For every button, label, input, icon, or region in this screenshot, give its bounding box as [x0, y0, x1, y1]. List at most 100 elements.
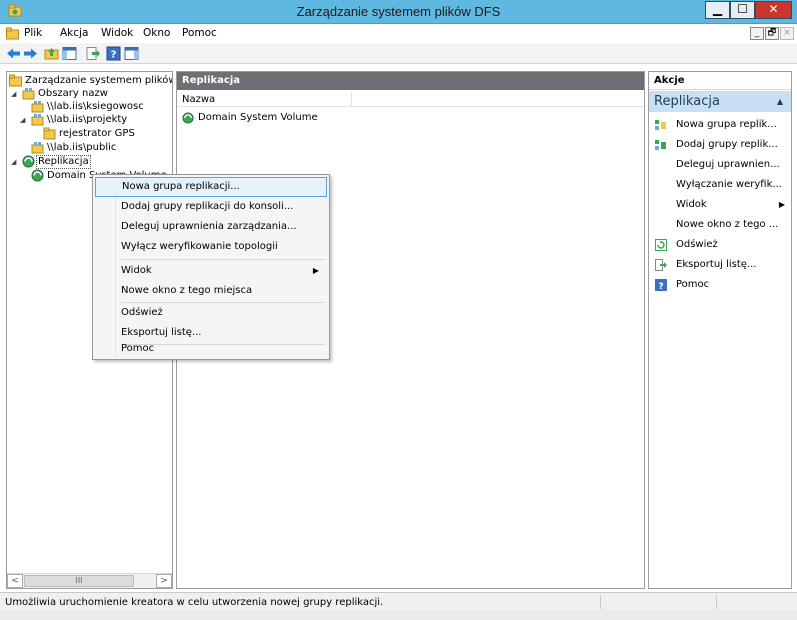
action-label: Eksportuj listę... [676, 259, 757, 270]
status-separator [716, 595, 717, 609]
status-text: Umożliwia uruchomienie kreatora w celu u… [5, 597, 384, 608]
menu-item-disable-topology-verification[interactable]: Wyłącz weryfikowanie topologii [95, 237, 327, 257]
menu-item-new-window[interactable]: Nowe okno z tego miejsca [95, 281, 327, 301]
namespace-icon [22, 88, 35, 100]
help-icon[interactable]: ? [106, 46, 121, 61]
action-view[interactable]: Widok ▶ [649, 195, 791, 215]
up-folder-icon[interactable] [44, 46, 59, 61]
action-export-list[interactable]: Eksportuj listę... [649, 255, 791, 275]
actions-pane: Akcje Replikacja ▲ Nowa grupa replik... … [648, 71, 792, 589]
status-separator [600, 595, 601, 609]
menu-item-refresh[interactable]: Odśwież [95, 303, 327, 323]
collapse-arrow-icon[interactable]: ◢ [20, 113, 28, 127]
action-label: Wyłączanie weryfik... [676, 179, 782, 190]
replication-icon [22, 155, 35, 168]
mdi-close-button[interactable]: × [780, 27, 794, 40]
action-delegate-permissions[interactable]: Deleguj uprawnien... [649, 155, 791, 175]
help-icon: ? [655, 279, 667, 291]
toolbar: ? [0, 43, 797, 64]
tree-item-replication[interactable]: ◢ Replikacja [11, 155, 171, 169]
tree-item-ksiegowosc[interactable]: \\lab.iis\ksiegowosc [11, 100, 171, 114]
scroll-left-button[interactable]: < [7, 574, 23, 588]
forward-arrow-icon[interactable] [23, 46, 38, 61]
tree-item-projekty[interactable]: ◢ \\lab.iis\projekty [11, 113, 171, 127]
action-label: Pomoc [676, 279, 710, 290]
close-button[interactable]: ✕ [755, 1, 792, 19]
collapse-arrow-icon[interactable]: ◢ [11, 155, 19, 169]
system-menu-icon[interactable] [6, 27, 19, 40]
namespace-folder-icon [31, 114, 44, 126]
results-pane-header: Replikacja [177, 72, 644, 90]
action-new-replication-group[interactable]: Nowa grupa replik... [649, 115, 791, 135]
minimize-button[interactable]: ▁ [705, 1, 730, 19]
menu-akcja[interactable]: Akcja [60, 27, 88, 39]
actions-section-label: Replikacja [654, 94, 720, 109]
action-new-window[interactable]: Nowe okno z tego ... [649, 215, 791, 235]
svg-text:?: ? [111, 50, 117, 61]
action-label: Dodaj grupy replik... [676, 139, 778, 150]
svg-text:?: ? [658, 282, 663, 291]
action-label: Deleguj uprawnien... [676, 159, 780, 170]
action-pane-icon[interactable] [124, 46, 139, 61]
menu-item-add-replication-groups[interactable]: Dodaj grupy replikacji do konsoli... [95, 197, 327, 217]
action-refresh[interactable]: Odśwież [649, 235, 791, 255]
export-list-icon[interactable] [85, 46, 100, 61]
tree-label: Replikacja [36, 155, 91, 169]
tree-label: \\lab.iis\public [47, 142, 117, 153]
tree-label: rejestrator GPS [59, 128, 135, 139]
namespace-folder-icon [31, 101, 44, 113]
menu-item-label: Widok [121, 265, 152, 276]
window-title: Zarządzanie systemem plików DFS [296, 4, 501, 19]
horizontal-scrollbar[interactable]: < III > [7, 573, 172, 588]
action-label: Nowa grupa replik... [676, 119, 777, 130]
tree-label: Zarządzanie systemem plików DFS [25, 75, 172, 86]
menu-item-delegate-permissions[interactable]: Deleguj uprawnienia zarządzania... [95, 217, 327, 237]
title-bar: Zarządzanie systemem plików DFS ▁ ☐ ✕ [0, 0, 797, 24]
action-label: Nowe okno z tego ... [676, 219, 779, 230]
submenu-arrow-icon: ▶ [778, 200, 785, 209]
menu-okno[interactable]: Okno [143, 27, 170, 39]
window-bottom-border [0, 610, 797, 620]
add-replication-groups-icon [655, 140, 666, 150]
menu-item-help[interactable]: Pomoc [95, 339, 327, 359]
replication-group-icon [31, 169, 44, 182]
context-menu: Nowa grupa replikacji... Dodaj grupy rep… [92, 174, 330, 360]
status-bar: Umożliwia uruchomienie kreatora w celu u… [0, 592, 797, 610]
menu-bar: Plik Akcja Widok Okno Pomoc [0, 24, 797, 43]
tree-item-namespaces[interactable]: ◢ Obszary nazw [11, 87, 171, 101]
action-add-replication-groups[interactable]: Dodaj grupy replik... [649, 135, 791, 155]
actions-header: Akcje [649, 72, 791, 90]
list-item-label: Domain System Volume [198, 112, 318, 123]
tree-label: \\lab.iis\projekty [47, 114, 128, 125]
action-disable-topology-verification[interactable]: Wyłączanie weryfik... [649, 175, 791, 195]
action-label: Odśwież [676, 239, 718, 250]
folder-icon [43, 127, 56, 140]
tree-label: Obszary nazw [38, 88, 108, 99]
column-headers: Nazwa [177, 92, 644, 107]
maximize-button[interactable]: ☐ [730, 1, 755, 19]
namespace-folder-icon [31, 142, 44, 154]
menu-item-new-replication-group[interactable]: Nowa grupa replikacji... [95, 177, 327, 197]
column-header-name[interactable]: Nazwa [177, 92, 352, 107]
menu-widok[interactable]: Widok [101, 27, 133, 39]
tree-item-root[interactable]: Zarządzanie systemem plików DFS [9, 74, 172, 88]
menu-plik[interactable]: Plik [24, 27, 42, 39]
collapse-up-icon[interactable]: ▲ [777, 91, 783, 112]
scroll-right-button[interactable]: > [156, 574, 172, 588]
mdi-minimize-button[interactable]: _ [750, 27, 764, 40]
action-help[interactable]: ? Pomoc [649, 275, 791, 295]
menu-item-view[interactable]: Widok ▶ [95, 261, 327, 281]
actions-section-replication[interactable]: Replikacja ▲ [649, 91, 791, 112]
mdi-restore-button[interactable]: 🗗 [765, 27, 779, 40]
scroll-thumb[interactable]: III [24, 575, 134, 587]
tree-item-public[interactable]: \\lab.iis\public [11, 141, 171, 155]
collapse-arrow-icon[interactable]: ◢ [11, 87, 19, 101]
tree-item-rejestrator-gps[interactable]: rejestrator GPS [11, 127, 171, 141]
export-list-icon [655, 259, 667, 271]
action-label: Widok [676, 199, 707, 210]
back-arrow-icon[interactable] [6, 46, 21, 61]
menu-pomoc[interactable]: Pomoc [182, 27, 217, 39]
new-replication-group-icon [655, 120, 666, 130]
console-tree-icon[interactable] [62, 46, 77, 61]
refresh-icon [655, 239, 667, 251]
